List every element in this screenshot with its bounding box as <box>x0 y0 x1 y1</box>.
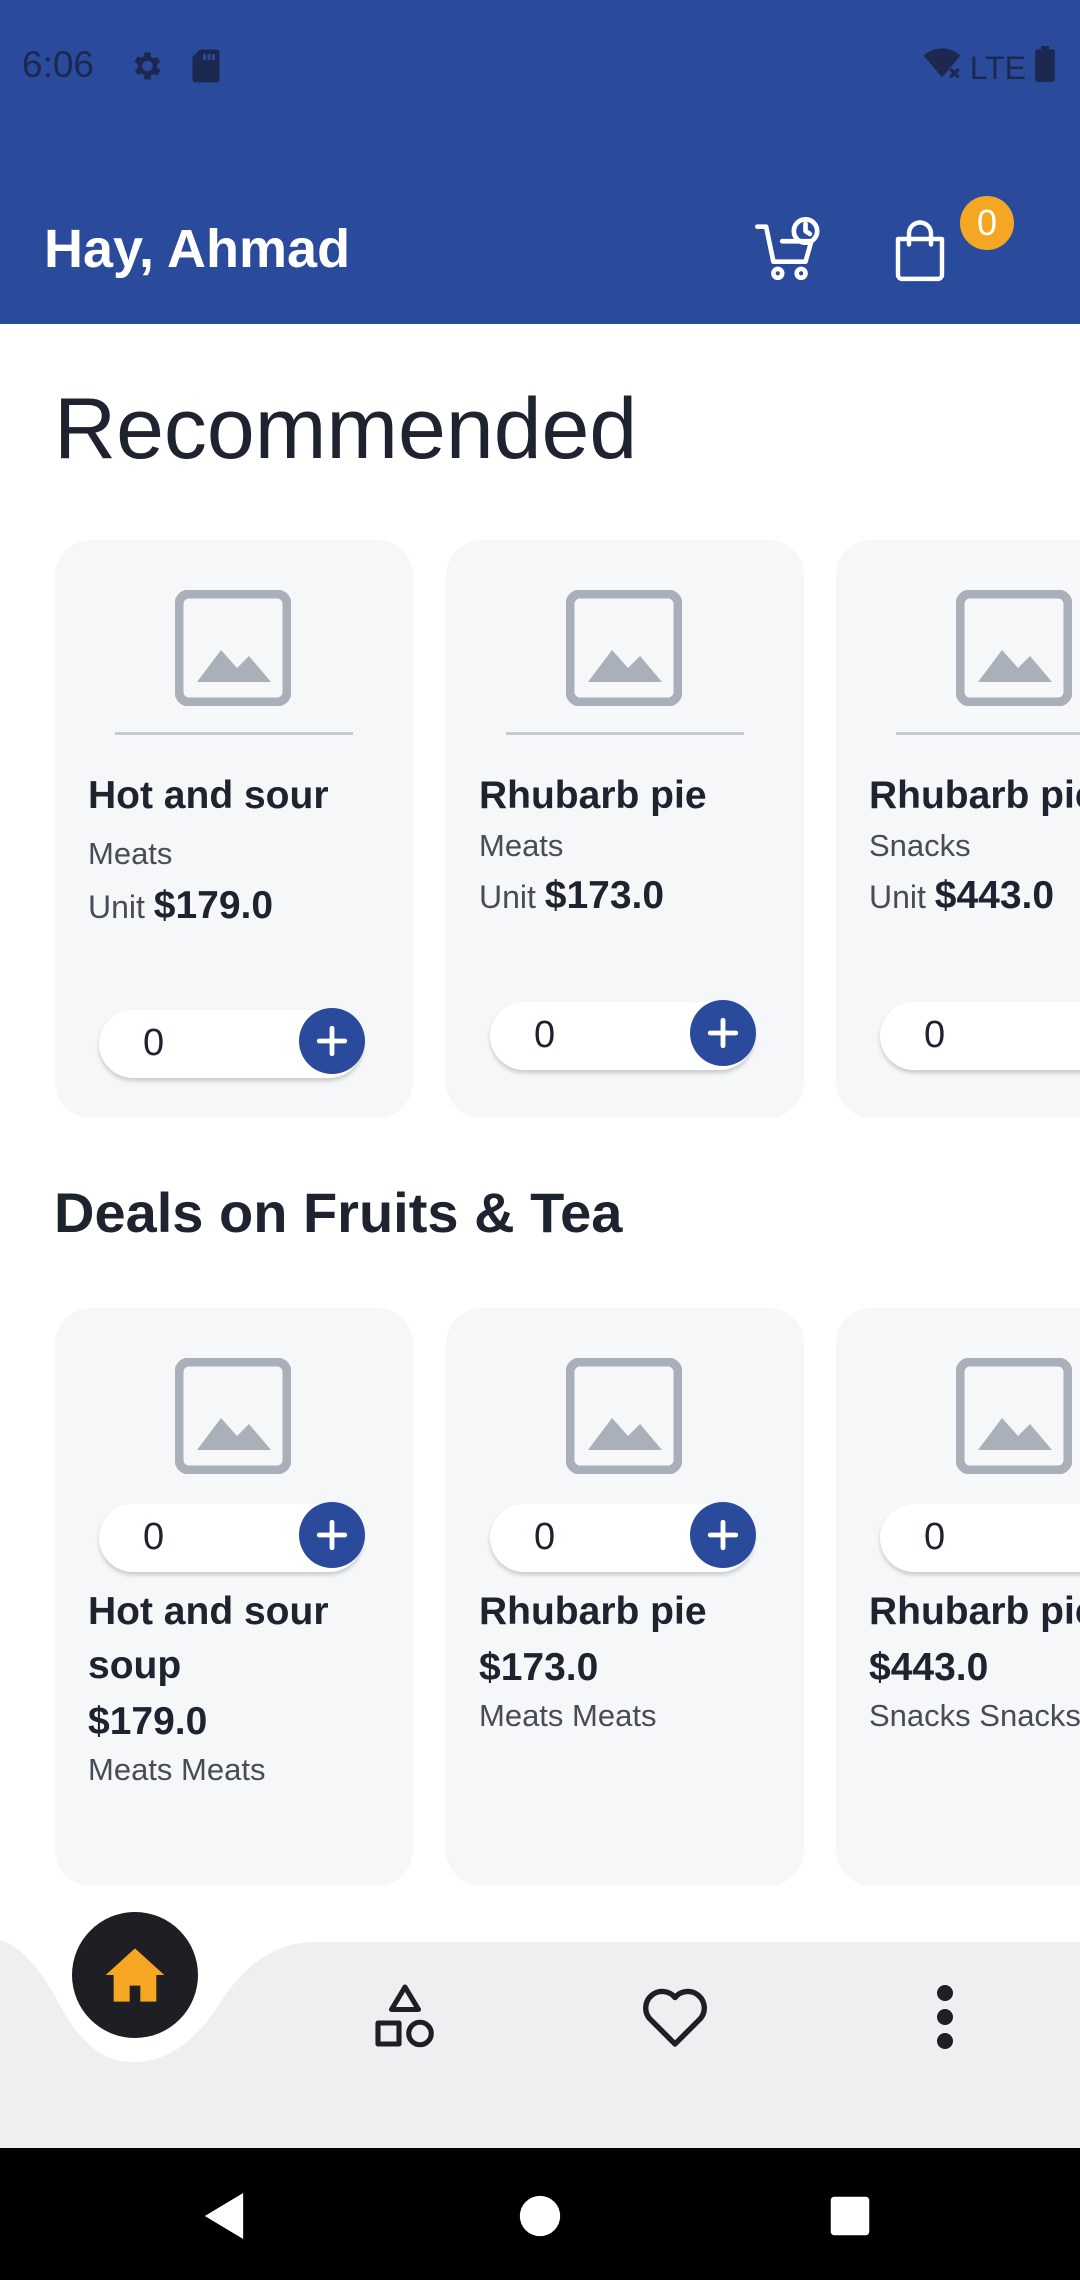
home-icon <box>105 1948 165 2002</box>
settings-status-icon <box>128 48 164 89</box>
recommended-card[interactable]: Rhubarb pie Meats Unit $173.0 0 <box>446 540 804 1118</box>
favorites-icon <box>643 1988 707 2047</box>
categories-icon <box>375 1984 434 2048</box>
product-category: Meats Meats <box>88 1752 266 1787</box>
quantity-stepper: 0 <box>490 1000 756 1070</box>
image-placeholder-icon <box>955 1357 1073 1475</box>
product-name-line1: Rhubarb pie <box>479 1590 707 1633</box>
product-category: Meats Meats <box>479 1698 657 1733</box>
order-history-cart-icon[interactable] <box>748 210 828 290</box>
unit-label: Unit <box>479 879 536 915</box>
sdcard-status-icon <box>190 48 222 89</box>
shopping-bag-icon[interactable] <box>880 210 960 290</box>
card-divider <box>115 732 353 735</box>
network-type: LTE <box>969 49 1026 86</box>
recommended-card[interactable]: Hot and sour Meats Unit $179.0 0 <box>55 540 413 1118</box>
quantity-value: 0 <box>534 1014 556 1056</box>
price-value: $173.0 <box>544 874 665 917</box>
product-name: Rhubarb pie <box>869 774 1080 817</box>
image-placeholder-icon <box>174 589 292 707</box>
product-name-line2: soup <box>88 1644 182 1687</box>
deal-card[interactable]: 0 Hot and sour soup $179.0 Meats Meats <box>55 1308 413 1886</box>
product-unit-price: Unit $173.0 <box>479 874 664 918</box>
recommended-title: Recommended <box>54 381 638 477</box>
status-time: 6:06 <box>22 44 95 85</box>
product-unit-price: Unit $179.0 <box>88 884 273 928</box>
product-price: $179.0 <box>88 1700 208 1743</box>
home-circle-icon <box>519 2195 561 2237</box>
quantity-stepper: 0 <box>99 1008 365 1078</box>
price-value: $443.0 <box>934 874 1055 917</box>
quantity-stepper: 0 <box>880 1002 1080 1070</box>
card-divider <box>506 732 744 735</box>
recommended-card[interactable]: Rhubarb pie Snacks Unit $443.0 0 <box>836 540 1080 1118</box>
add-button[interactable] <box>299 1502 365 1568</box>
product-name: Hot and sour <box>88 774 329 817</box>
quantity-value: 0 <box>534 1516 556 1558</box>
more-icon <box>937 1985 953 2049</box>
nav-more[interactable] <box>900 1972 990 2062</box>
product-price: $443.0 <box>869 1646 989 1689</box>
battery-icon <box>1034 46 1056 90</box>
nav-home[interactable] <box>72 1912 198 2038</box>
product-category: Snacks <box>869 828 971 863</box>
product-name-line1: Rhubarb pie <box>869 1590 1080 1633</box>
add-button[interactable] <box>690 1000 756 1066</box>
quantity-value: 0 <box>924 1014 946 1056</box>
status-right: LTE <box>922 46 1056 90</box>
card-divider <box>896 732 1080 735</box>
system-nav-bar <box>0 2148 1080 2280</box>
image-placeholder-icon <box>565 1357 683 1475</box>
quantity-value: 0 <box>143 1516 165 1558</box>
quantity-value: 0 <box>143 1022 165 1064</box>
quantity-stepper: 0 <box>99 1502 365 1572</box>
unit-label: Unit <box>88 889 145 925</box>
home-system-button[interactable] <box>508 2184 572 2248</box>
deal-card[interactable]: 0 Rhubarb pie $173.0 Meats Meats <box>446 1308 804 1886</box>
price-value: $179.0 <box>153 884 274 927</box>
add-button[interactable] <box>299 1008 365 1074</box>
product-category: Snacks Snacks <box>869 1698 1080 1733</box>
greeting-text: Hay, Ahmad <box>44 219 351 279</box>
recents-button[interactable] <box>818 2184 882 2248</box>
product-price: $173.0 <box>479 1646 599 1689</box>
cart-count-badge: 0 <box>960 196 1014 250</box>
product-category: Meats <box>479 828 564 863</box>
image-placeholder-icon <box>955 589 1073 707</box>
recents-square-icon <box>830 2196 870 2236</box>
quantity-value: 0 <box>924 1516 946 1558</box>
image-placeholder-icon <box>565 589 683 707</box>
deals-title: Deals on Fruits & Tea <box>54 1181 623 1244</box>
wifi-icon <box>922 47 962 89</box>
image-placeholder-icon <box>174 1357 292 1475</box>
back-icon <box>204 2193 244 2239</box>
add-button[interactable] <box>690 1502 756 1568</box>
unit-label: Unit <box>869 879 926 915</box>
product-name-line1: Hot and sour <box>88 1590 329 1633</box>
status-bar: 6:06 LTE <box>0 0 1080 135</box>
app-header: 6:06 LTE Hay, Ahmad 0 <box>0 0 1080 324</box>
back-button[interactable] <box>192 2184 256 2248</box>
product-unit-price: Unit $443.0 <box>869 874 1054 918</box>
quantity-stepper: 0 <box>490 1502 756 1572</box>
deal-card[interactable]: 0 Rhubarb pie $443.0 Snacks Snacks <box>836 1308 1080 1886</box>
product-name: Rhubarb pie <box>479 774 707 817</box>
quantity-stepper: 0 <box>880 1504 1080 1572</box>
nav-favorites[interactable] <box>630 1972 720 2062</box>
product-category: Meats <box>88 836 173 871</box>
nav-categories[interactable] <box>360 1972 450 2062</box>
